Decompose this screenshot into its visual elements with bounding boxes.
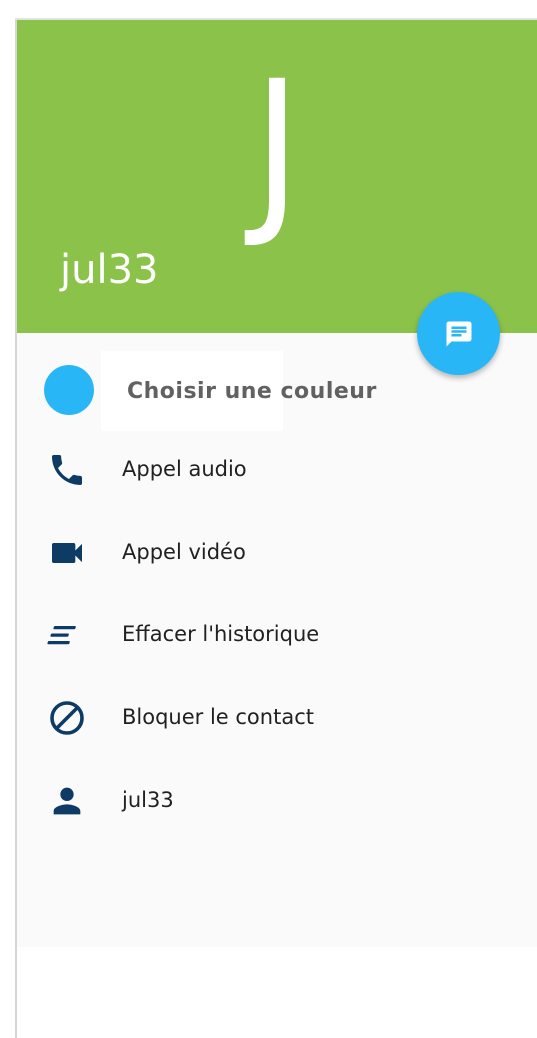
choose-color-label[interactable]: Choisir une couleur <box>127 379 377 404</box>
videocam-icon <box>47 533 87 573</box>
block-contact-label: Bloquer le contact <box>122 705 314 729</box>
person-icon <box>47 781 87 821</box>
video-call-item[interactable]: Appel vidéo <box>17 519 537 583</box>
phone-icon <box>47 450 87 490</box>
color-swatch[interactable] <box>44 365 94 415</box>
block-contact-item[interactable]: Bloquer le contact <box>17 684 537 748</box>
send-message-button[interactable] <box>417 292 500 375</box>
audio-call-item[interactable]: Appel audio <box>17 436 537 500</box>
contact-name: jul33 <box>60 247 159 293</box>
video-call-label: Appel vidéo <box>122 540 246 564</box>
message-icon <box>446 321 471 346</box>
clear-history-item[interactable]: Effacer l'historique <box>17 601 537 665</box>
contact-profile-item[interactable]: jul33 <box>17 767 537 831</box>
clear-history-label: Effacer l'historique <box>122 622 320 646</box>
contact-options-list: Choisir une couleur Appel audio Appel vi… <box>17 333 537 947</box>
clear-history-icon <box>47 615 87 655</box>
contact-header: J jul33 <box>17 20 537 333</box>
block-icon <box>47 698 87 738</box>
audio-call-label: Appel audio <box>122 457 247 481</box>
contact-profile-label: jul33 <box>122 788 174 812</box>
avatar-initial: J <box>253 43 301 252</box>
